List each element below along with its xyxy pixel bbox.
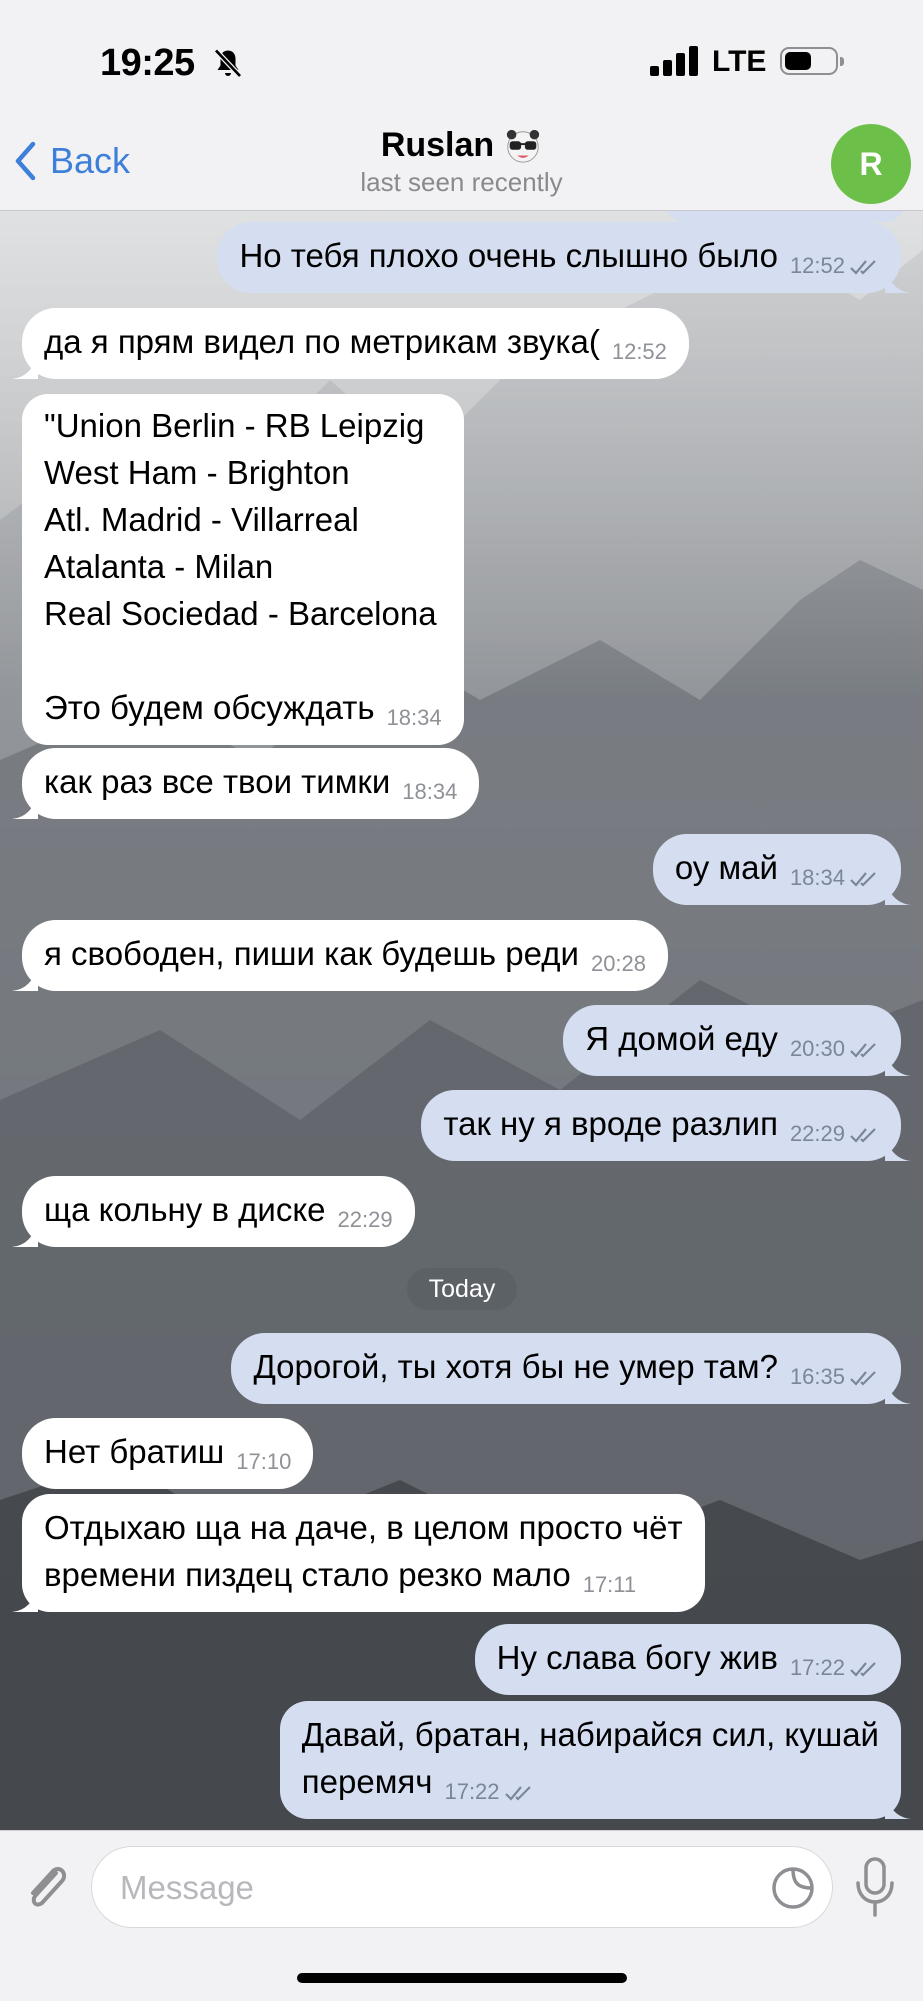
message-bubble[interactable]: ща кольну в диске 22:29	[12, 1176, 415, 1247]
chat-header: Back Ruslan last seen recently R	[0, 124, 923, 211]
bubble-tail	[12, 1586, 38, 1612]
message-text: как раз все твои тимки	[44, 763, 391, 800]
message-bubble[interactable]: Я домой еду 20:30	[563, 1005, 911, 1076]
message-bubble[interactable]: как раз все твои тимки 18:34	[12, 748, 480, 819]
message-time: 18:34	[402, 779, 458, 804]
message-text: да я прям видел по метрикам звука(	[44, 323, 600, 360]
bubble-tail	[12, 793, 38, 819]
message-bubble[interactable]: оу май 18:34	[652, 834, 911, 905]
bubble-tail	[885, 1793, 911, 1819]
bubble-tail	[12, 353, 38, 379]
network-type: LTE	[712, 45, 767, 78]
message-bubble[interactable]: Но тебя плохо очень слышно было 12:52	[217, 222, 911, 293]
message-text: Дорогой, ты хотя бы не умер там?	[253, 1348, 778, 1385]
double-check-icon	[850, 260, 876, 275]
message-text: Нет братиш	[44, 1433, 225, 1470]
bubble-tail	[885, 1135, 911, 1161]
bubble-tail	[885, 267, 911, 293]
status-time: 19:25	[100, 42, 195, 84]
message-text: Я домой еду	[585, 1020, 778, 1057]
double-check-icon	[850, 872, 876, 887]
message-text: оу май	[674, 849, 778, 886]
message-time: 17:22	[789, 1655, 845, 1680]
home-indicator	[297, 1973, 627, 1983]
double-check-icon	[850, 1371, 876, 1386]
message-time: 18:34	[386, 705, 442, 730]
message-time: 17:11	[582, 1572, 637, 1597]
sticker-icon[interactable]	[770, 1865, 816, 1911]
status-bar: 19:25 LTE	[0, 0, 923, 124]
contact-info[interactable]: Ruslan last seen recently	[0, 126, 923, 198]
bell-slash-icon	[214, 48, 242, 78]
bubble-tail	[885, 1378, 911, 1404]
message-time: 22:29	[337, 1207, 393, 1232]
paperclip-icon[interactable]	[22, 1859, 72, 1919]
message-bubble[interactable]: "Union Berlin - RB Leipzig West Ham - Br…	[22, 394, 464, 745]
double-check-icon	[850, 1662, 876, 1677]
message-time: 17:10	[236, 1449, 292, 1474]
message-text: "Union Berlin - RB Leipzig West Ham - Br…	[44, 407, 437, 726]
message-text: Но тебя плохо очень слышно было	[239, 237, 778, 274]
double-check-icon	[850, 1128, 876, 1143]
double-check-icon	[850, 1043, 876, 1058]
message-time: 16:35	[789, 1364, 845, 1389]
message-text: так ну я вроде разлип	[443, 1105, 778, 1142]
message-time: 12:52	[789, 253, 845, 278]
message-time: 18:34	[789, 865, 845, 890]
avatar[interactable]: R	[831, 124, 911, 204]
microphone-icon[interactable]	[852, 1855, 898, 1921]
double-check-icon	[504, 1786, 531, 1801]
bubble-tail	[12, 1221, 38, 1247]
message-time: 17:22	[444, 1779, 500, 1804]
message-composer	[0, 1830, 923, 2001]
contact-status: last seen recently	[360, 167, 563, 197]
message-bubble[interactable]: да я прям видел по метрикам звука( 12:52	[12, 308, 689, 379]
cool-panda-emoji-icon	[507, 129, 540, 163]
signal-icon	[650, 46, 700, 76]
message-bubble[interactable]: Нет братиш 17:10	[22, 1418, 314, 1489]
message-bubble[interactable]: Дорогой, ты хотя бы не умер там? 16:35	[231, 1333, 911, 1404]
message-field[interactable]	[91, 1846, 833, 1928]
message-time: 22:29	[789, 1121, 845, 1146]
bubble-tail	[885, 1050, 911, 1076]
message-text: Ну слава богу жив	[496, 1639, 778, 1676]
message-bubble[interactable]: Ну слава богу жив 17:22	[474, 1624, 901, 1695]
message-text: Давай, братан, набирайся сил, кушай пере…	[301, 1716, 879, 1800]
message-bubble[interactable]: так ну я вроде разлип 22:29	[421, 1090, 911, 1161]
avatar-initial: R	[859, 145, 883, 182]
battery-icon	[780, 47, 844, 75]
message-text: ща кольну в диске	[44, 1191, 326, 1228]
message-time: 12:52	[611, 339, 667, 364]
message-bubble[interactable]: Отдыхаю ща на даче, в целом просто чёт в…	[12, 1494, 705, 1612]
message-list[interactable]: Но тебя плохо очень слышно было 12:52 да …	[0, 0, 923, 2000]
date-divider: Today	[407, 1268, 517, 1310]
message-bubble[interactable]: Давай, братан, набирайся сил, кушай пере…	[279, 1701, 911, 1819]
bubble-tail	[885, 879, 911, 905]
message-text: я свободен, пиши как будешь реди	[44, 935, 579, 972]
message-bubble[interactable]: я свободен, пиши как будешь реди 20:28	[12, 920, 669, 991]
message-time: 20:28	[590, 951, 647, 976]
bubble-tail	[12, 965, 38, 991]
contact-name: Ruslan	[380, 126, 495, 164]
message-time: 20:30	[789, 1036, 845, 1061]
message-input[interactable]	[118, 1861, 742, 1915]
